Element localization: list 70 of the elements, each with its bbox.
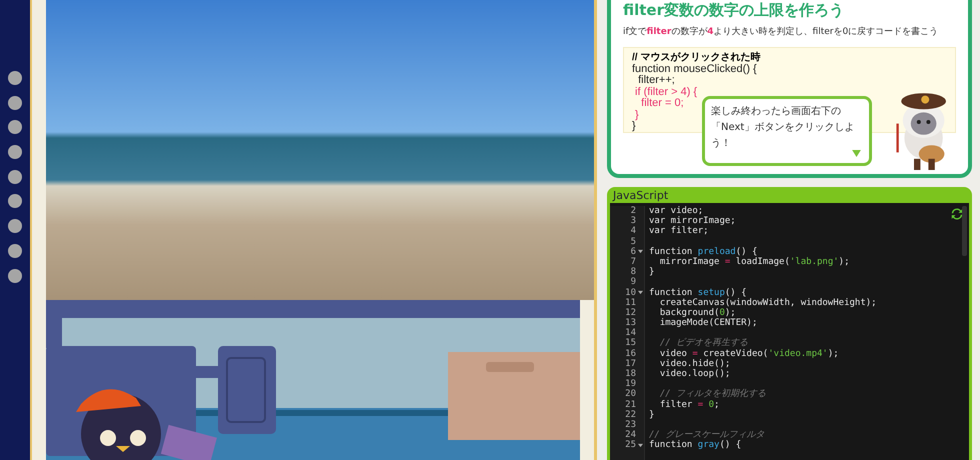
scrollbar[interactable] (962, 206, 967, 256)
code-comment: // ビデオを再生する (658, 338, 748, 348)
line-number: 22 (625, 410, 637, 420)
code-line: imageMode(CENTER); (658, 318, 758, 328)
binder-hole (8, 219, 22, 234)
code-comment: // グレースケールフィルタ (649, 430, 764, 440)
line-number: 2 (630, 206, 637, 216)
binder-hole (8, 96, 22, 110)
line-number: 5 (630, 236, 637, 247)
code-line: var mirrorImage; (649, 216, 736, 226)
line-number: 16 (625, 348, 637, 359)
code-editor[interactable] (607, 187, 972, 460)
line-number: 23 (625, 420, 637, 430)
code-comment: // マウスがクリックされた時 (632, 52, 760, 64)
code-line: video = createVideo('video.mp4'); (658, 348, 839, 359)
line-number: 7 (630, 256, 637, 267)
code-line: filter++; (637, 75, 675, 86)
line-number: 15 (625, 338, 637, 349)
code-line: function setup() { (649, 288, 747, 298)
line-number: 17 (625, 358, 637, 369)
refresh-icon[interactable] (951, 208, 963, 220)
code-line: } (649, 267, 654, 278)
binder-hole (8, 71, 22, 85)
line-number: 10 (625, 288, 637, 298)
binder-hole (8, 120, 22, 134)
binder-hole (8, 145, 22, 160)
binder-hole (8, 244, 22, 258)
binder-hole (8, 194, 22, 208)
code-comment: // フィルタを初期化する (658, 389, 766, 400)
code-line: mirrorImage = loadImage('lab.png'); (658, 256, 850, 267)
editor-title: JavaScript (612, 188, 670, 203)
line-number: 18 (625, 369, 637, 379)
line-number: 9 (630, 277, 637, 288)
line-number: 11 (625, 298, 637, 308)
code-line: } (649, 410, 654, 420)
fold-arrow-icon[interactable] (638, 442, 643, 448)
line-number: 25 (625, 440, 637, 450)
line-number: 3 (630, 216, 637, 226)
line-number: 8 (630, 267, 637, 278)
code-line: function preload() { (649, 246, 758, 257)
code-line: filter = 0; (658, 400, 720, 410)
line-number: 4 (630, 226, 637, 237)
code-line: var filter; (649, 226, 709, 236)
code-line: } (632, 121, 636, 132)
line-number: 6 (630, 246, 637, 257)
binder-hole (8, 170, 22, 184)
code-line: var video; (649, 206, 704, 216)
speech-text: 楽しみ終わったら画面右下の「Next」ボタンをクリックしよう！ (711, 105, 856, 151)
line-number: 12 (625, 308, 637, 318)
code-line: filter = 0; (640, 98, 684, 110)
instruction-text: if文でfilterの数字が4より大きい時を判定し、filterを0に戻すコードを書こう (623, 26, 938, 38)
code-line: background(0); (658, 308, 736, 318)
code-line: if (filter > 4) { (634, 86, 698, 98)
line-number: 14 (625, 328, 637, 338)
line-number: 21 (625, 400, 637, 410)
code-line: video.hide(); (658, 358, 730, 369)
code-line: function gray() { (649, 440, 742, 450)
code-line: createCanvas(windowWidth, windowHeight); (658, 298, 877, 308)
line-number: 20 (625, 389, 637, 400)
lesson-heading: filter変数の数字の上限を作ろう (623, 1, 846, 19)
line-number: 13 (625, 318, 637, 328)
code-line: function mouseClicked() { (632, 64, 757, 75)
binder-hole (8, 268, 22, 282)
fold-arrow-icon[interactable] (638, 290, 643, 296)
code-line: video.loop(); (658, 369, 730, 379)
code-line: } (634, 110, 639, 121)
line-number: 24 (625, 430, 637, 440)
fold-arrow-icon[interactable] (638, 249, 643, 254)
triangle-icon (852, 150, 861, 157)
line-number: 19 (625, 379, 637, 390)
